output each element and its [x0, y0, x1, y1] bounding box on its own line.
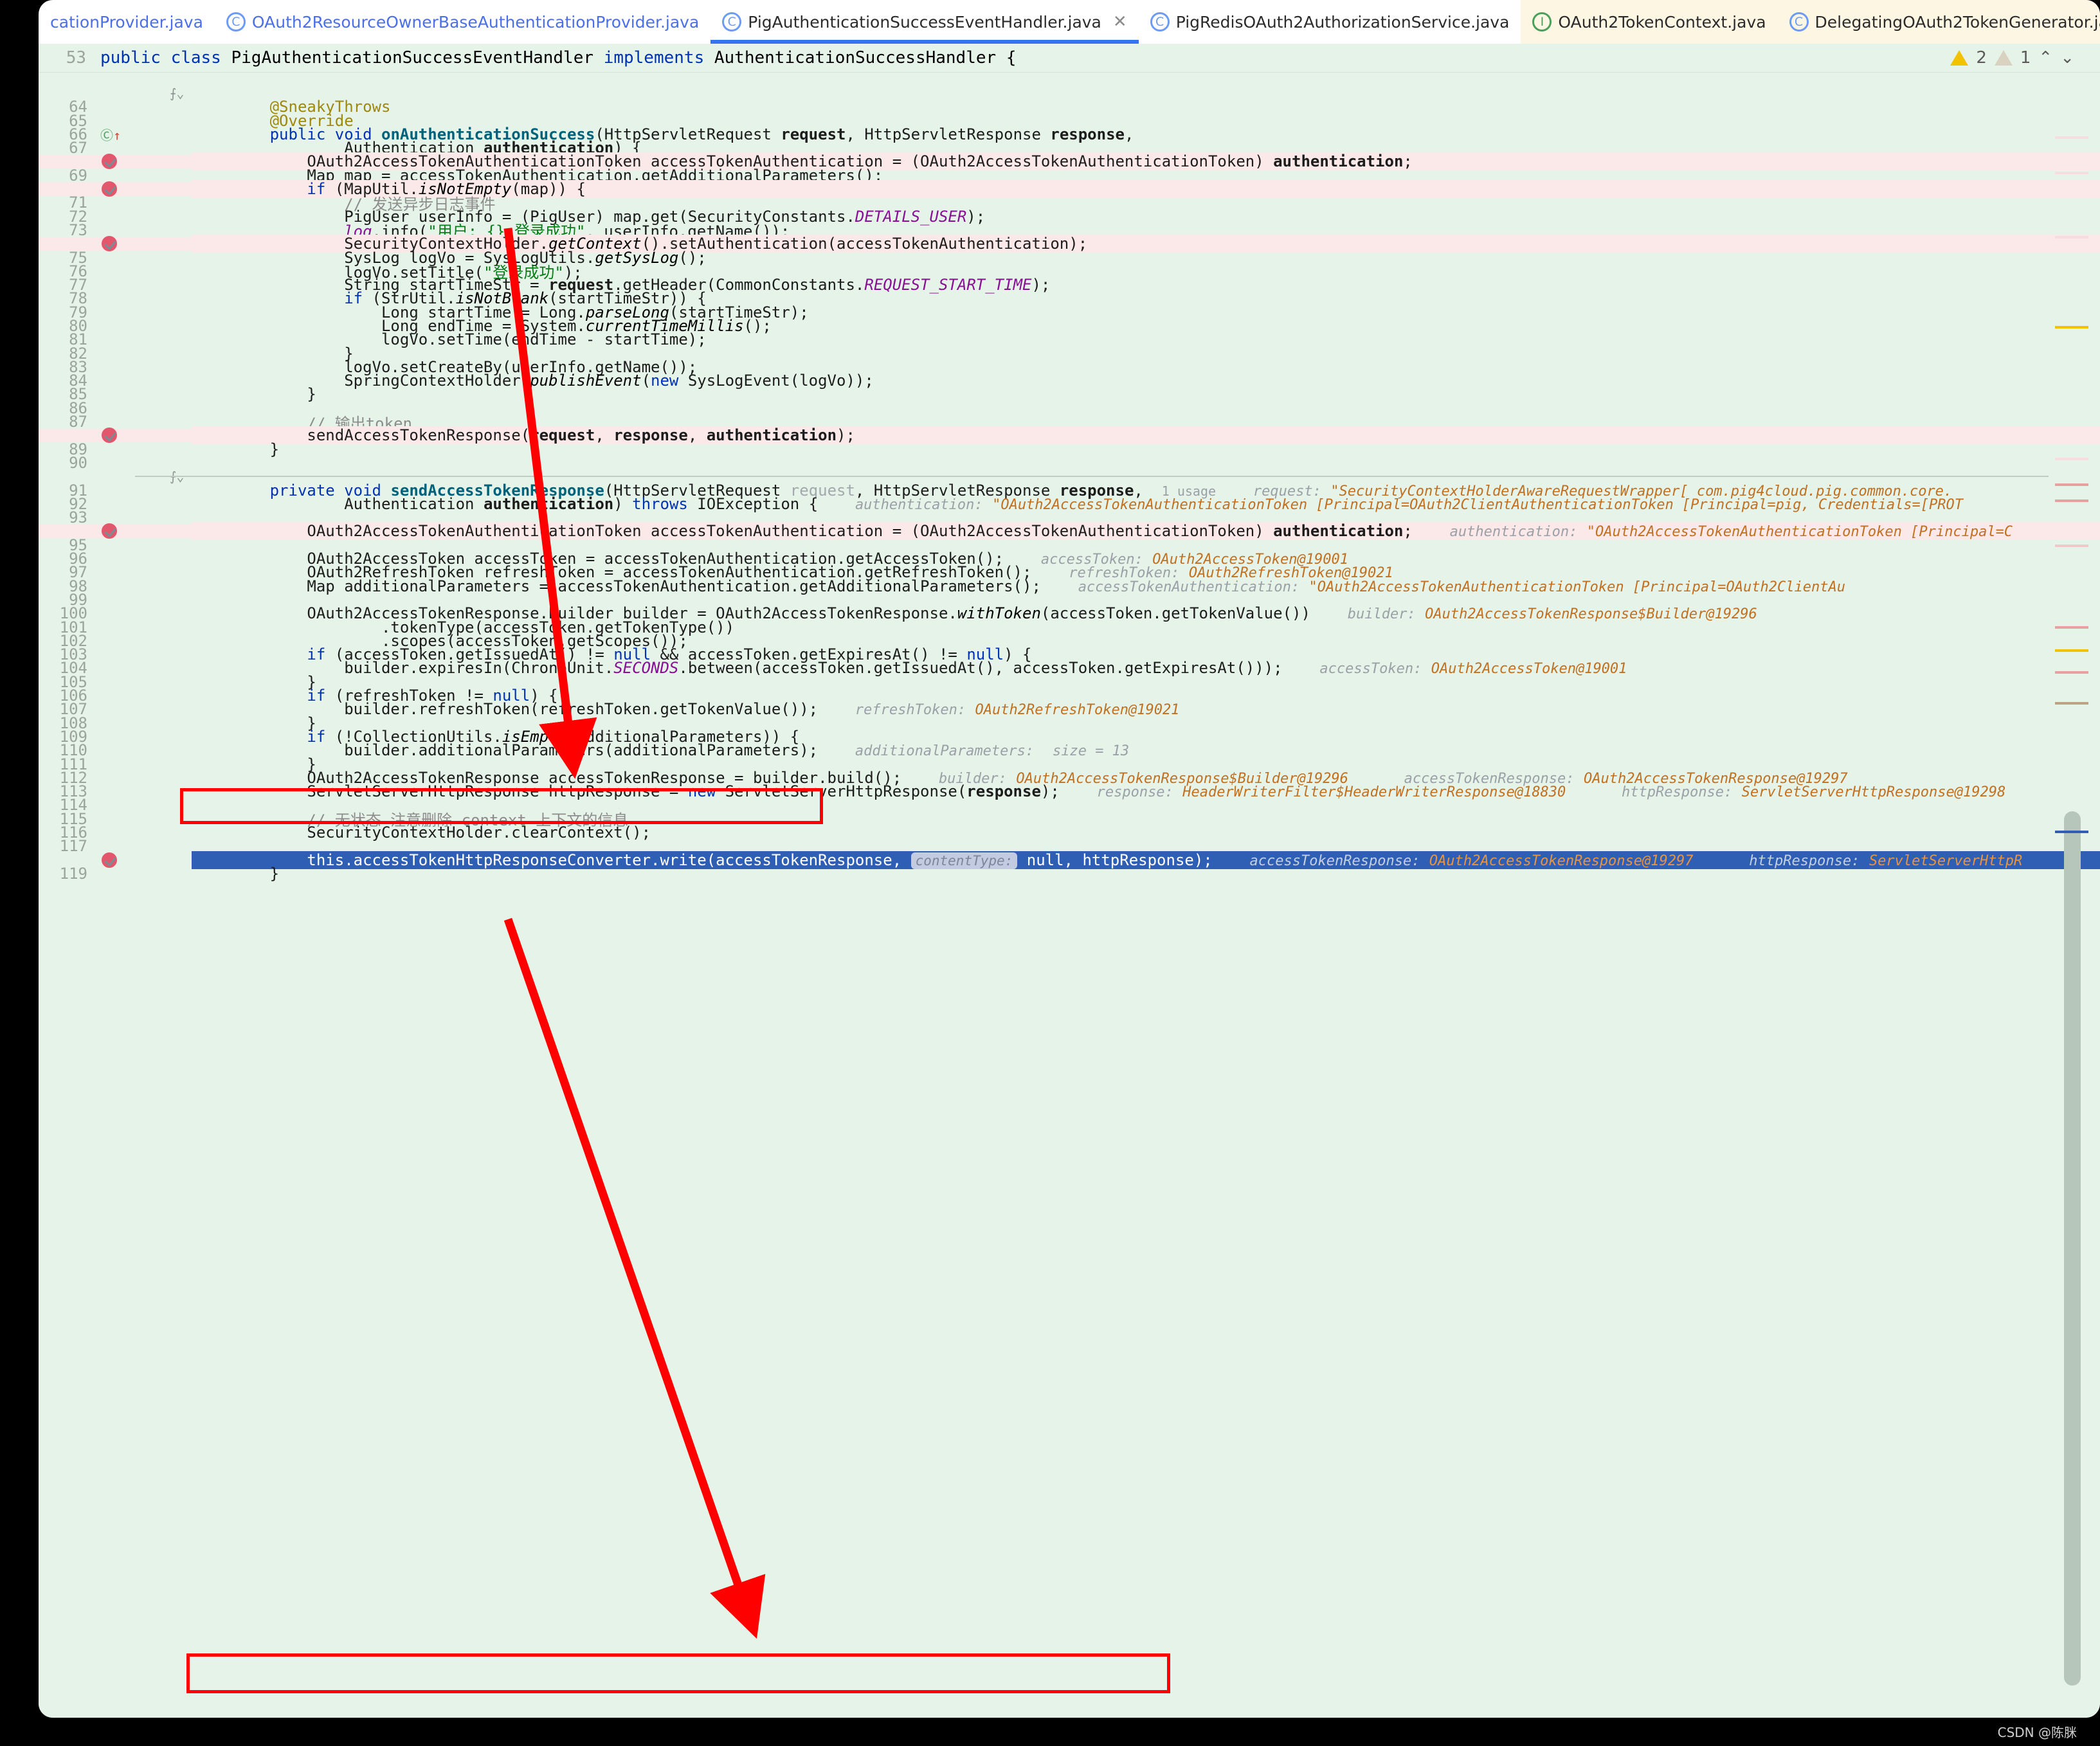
breakpoint-icon[interactable]	[102, 181, 117, 197]
ide-window: cationProvider.java C OAuth2ResourceOwne…	[0, 0, 2100, 1746]
breakpoint-icon[interactable]	[102, 523, 117, 539]
code-text[interactable]: }	[192, 865, 2100, 883]
tab-label: cationProvider.java	[50, 12, 203, 32]
code-editor: 53 public class PigAuthenticationSuccess…	[39, 44, 2100, 1718]
tab-label: OAuth2TokenContext.java	[1558, 12, 1766, 32]
error-stripe-mark[interactable]	[2055, 831, 2088, 833]
error-stripe-mark[interactable]	[2055, 236, 2088, 239]
editor-scrollbar-thumb[interactable]	[2064, 811, 2081, 1686]
breakpoint-icon[interactable]	[102, 154, 117, 170]
class-declaration-code: public class PigAuthenticationSuccessEve…	[100, 48, 1017, 68]
error-stripe-mark[interactable]	[2055, 649, 2088, 652]
watermark: CSDN @陈脒	[1997, 1725, 2077, 1740]
weak-warning-icon	[1994, 50, 2013, 66]
error-stripe-mark[interactable]	[2055, 671, 2088, 674]
error-stripe-mark[interactable]	[2055, 626, 2088, 629]
error-stripe-mark[interactable]	[2055, 136, 2088, 139]
tab-5[interactable]: C DelegatingOAuth2TokenGenerator.java	[1777, 0, 2100, 44]
weak-warning-count: 1	[2020, 48, 2031, 68]
sticky-class-declaration: 53 public class PigAuthenticationSuccess…	[39, 44, 2100, 73]
lambda-fold-icon[interactable]: ⨍⌄	[170, 86, 184, 101]
line-number: 53	[66, 48, 86, 68]
interface-icon: I	[1532, 12, 1552, 32]
error-stripe-mark[interactable]	[2055, 172, 2088, 174]
breakpoint-icon[interactable]	[102, 236, 117, 252]
close-icon[interactable]: ✕	[1113, 12, 1127, 32]
tab-label: PigRedisOAuth2AuthorizationService.java	[1175, 12, 1510, 32]
tab-4[interactable]: I OAuth2TokenContext.java	[1521, 0, 1778, 44]
next-problem-icon[interactable]: ⌄	[2060, 48, 2074, 68]
error-stripe-mark[interactable]	[2055, 483, 2088, 486]
editor-tab-bar: cationProvider.java C OAuth2ResourceOwne…	[39, 0, 2100, 44]
class-icon: C	[1150, 12, 1170, 32]
prev-problem-icon[interactable]: ⌃	[2038, 48, 2052, 68]
warning-count: 2	[1976, 48, 1987, 68]
code-lines-container[interactable]: ⨍⌄ 64 @SneakyThrows 65 @Override 66 Ⓒ↑ publ…	[39, 73, 2100, 1718]
class-icon: C	[226, 12, 246, 32]
code-line[interactable]: 119 }	[39, 864, 2100, 883]
tab-3[interactable]: C PigRedisOAuth2AuthorizationService.jav…	[1139, 0, 1521, 44]
token: }	[269, 864, 280, 883]
line-number: 119	[59, 864, 87, 883]
error-stripe-mark[interactable]	[2055, 458, 2088, 460]
inspection-widget[interactable]: 2 1 ⌃ ⌄	[1950, 48, 2100, 68]
tab-2[interactable]: C PigAuthenticationSuccessEventHandler.j…	[711, 0, 1139, 44]
tab-label: PigAuthenticationSuccessEventHandler.jav…	[748, 12, 1101, 32]
class-icon: C	[1789, 12, 1809, 32]
error-stripe-mark[interactable]	[2055, 702, 2088, 705]
error-stripe-markers[interactable]	[2049, 72, 2100, 1718]
error-stripe-mark[interactable]	[2055, 544, 2088, 547]
error-stripe-mark[interactable]	[2055, 500, 2088, 502]
tab-label: OAuth2ResourceOwnerBaseAuthenticationPro…	[251, 12, 700, 32]
tab-1[interactable]: C OAuth2ResourceOwnerBaseAuthenticationP…	[215, 0, 711, 44]
breakpoint-icon[interactable]	[102, 852, 117, 868]
method-separator	[135, 476, 2049, 478]
warning-icon	[1950, 50, 1969, 66]
tab-label: DelegatingOAuth2TokenGenerator.java	[1815, 12, 2100, 32]
tab-0[interactable]: cationProvider.java	[39, 0, 215, 44]
class-icon: C	[722, 12, 742, 32]
breakpoint-icon[interactable]	[102, 428, 117, 444]
error-stripe-mark[interactable]	[2055, 326, 2088, 328]
